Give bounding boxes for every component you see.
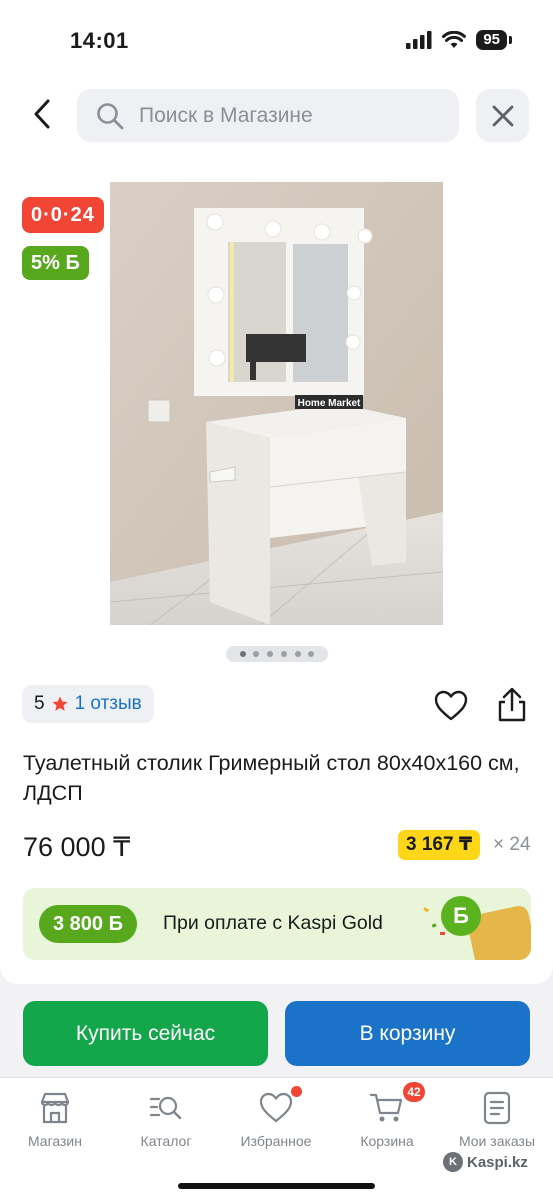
back-button[interactable] (24, 94, 60, 134)
search-input[interactable]: Поиск в Магазине (77, 89, 459, 142)
orders-list-icon (479, 1090, 515, 1126)
notification-dot (291, 1086, 302, 1097)
gallery-dot[interactable] (294, 651, 301, 657)
search-icon (97, 102, 124, 129)
watermark-text: Kaspi.kz (467, 1153, 528, 1171)
cart-icon: 42 (369, 1082, 425, 1126)
bonus-badge: 5% Б (22, 246, 89, 280)
tab-label: Мои заказы (458, 1133, 536, 1149)
tab-catalog[interactable]: Каталог (116, 1090, 216, 1149)
product-card: 14:01 95 Поиск в Магазине Home Market 0·… (0, 0, 553, 984)
bottom-tab-bar: Магазин Каталог Избранное 42 Корзина Мои… (0, 1077, 553, 1200)
tab-label: Каталог (140, 1133, 192, 1149)
kaspi-watermark: K Kaspi.kz (443, 1152, 528, 1172)
reviews-count: 1 отзыв (74, 693, 142, 714)
chevron-left-icon (34, 99, 50, 129)
kaspi-gold-banner[interactable]: 3 800 Б При оплате с Kaspi Gold Б (23, 888, 531, 960)
tab-label: Корзина (360, 1133, 414, 1149)
product-title: Туалетный столик Гримерный стол 80х40х16… (23, 751, 520, 805)
home-indicator (178, 1183, 375, 1189)
installment-months: × 24 (493, 834, 531, 855)
status-icons: 95 (406, 30, 512, 50)
product-price: 76 000 ₸ (23, 832, 131, 862)
gallery-pagination[interactable] (226, 646, 328, 662)
shop-icon (37, 1090, 73, 1126)
heart-icon (434, 690, 468, 721)
installment-badge: 0·0·24 (22, 197, 104, 233)
tab-cart[interactable]: 42 Корзина (337, 1082, 437, 1149)
heart-icon (258, 1086, 302, 1126)
star-icon (52, 696, 68, 711)
tab-label: Избранное (240, 1133, 312, 1149)
gallery-dot[interactable] (239, 651, 246, 657)
tab-favorites[interactable]: Избранное (226, 1086, 326, 1149)
signal-icon (406, 31, 432, 49)
brand-sign: Home Market (298, 398, 361, 409)
gallery-dot[interactable] (267, 651, 274, 657)
wifi-icon (442, 31, 467, 48)
tab-label: Магазин (27, 1133, 82, 1149)
tab-my-orders[interactable]: Мои заказы (447, 1090, 547, 1149)
gallery-dot[interactable] (308, 651, 315, 657)
gold-banner-text: При оплате с Kaspi Gold (163, 912, 383, 934)
share-icon (498, 687, 526, 722)
vanity-table-photo: Home Market (110, 182, 443, 625)
search-placeholder: Поиск в Магазине (139, 103, 313, 127)
kaspi-logo-icon: K (443, 1152, 463, 1172)
product-image[interactable]: Home Market (110, 182, 443, 625)
share-button[interactable] (494, 686, 530, 724)
bonus-symbol: Б (441, 896, 481, 936)
gallery-dot[interactable] (280, 651, 287, 657)
cart-count-badge: 42 (403, 1082, 425, 1102)
add-to-favorites-button[interactable] (433, 688, 469, 724)
add-to-cart-button[interactable]: В корзину (285, 1001, 530, 1066)
close-icon (492, 105, 513, 126)
battery-indicator: 95 (476, 30, 512, 50)
status-time: 14:01 (70, 28, 129, 53)
gold-bonus-amount: 3 800 Б (39, 905, 137, 943)
rating-reviews-link[interactable]: 5 1 отзыв (22, 685, 154, 723)
gallery-dot[interactable] (253, 651, 260, 657)
buy-now-button[interactable]: Купить сейчас (23, 1001, 268, 1066)
tab-shop[interactable]: Магазин (5, 1090, 105, 1149)
rating-score: 5 (34, 693, 45, 714)
installment-price[interactable]: 3 167 ₸ (398, 830, 481, 860)
close-button[interactable] (476, 89, 529, 142)
catalog-search-icon (148, 1090, 184, 1126)
